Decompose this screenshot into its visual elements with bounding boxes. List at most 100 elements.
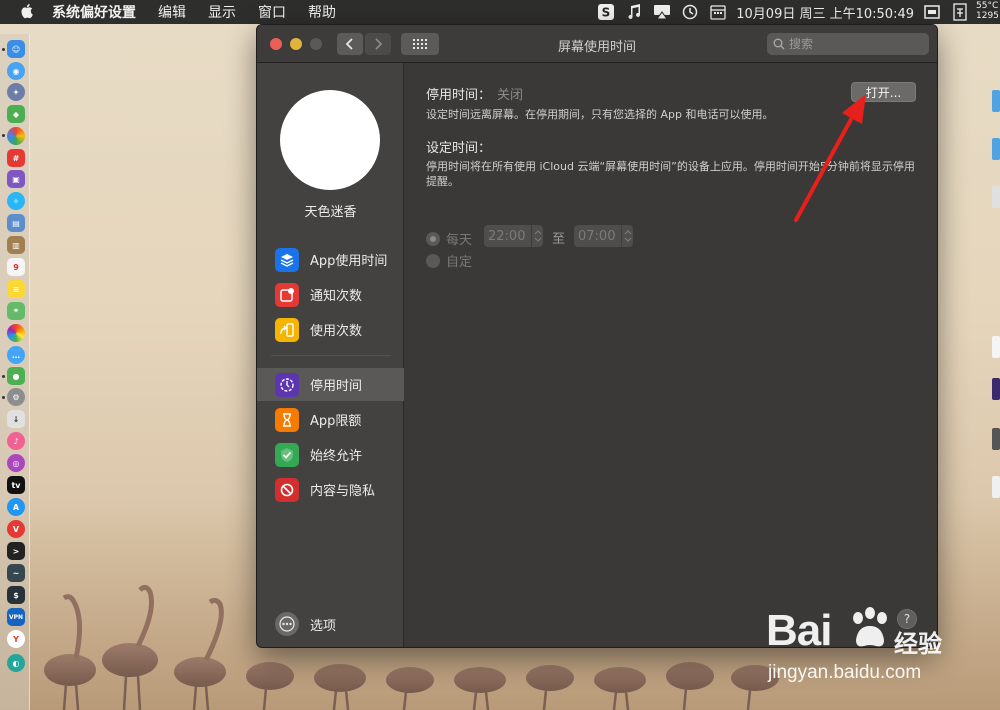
search-icon (773, 38, 785, 50)
menu-view[interactable]: 显示 (208, 2, 236, 22)
running-indicator (2, 134, 5, 137)
dock-appstore-icon[interactable]: A (7, 498, 25, 516)
dock-console-icon[interactable]: $ (7, 586, 25, 604)
time-machine-icon[interactable] (681, 3, 699, 21)
search-input[interactable] (789, 37, 919, 51)
baidu-jingyan-watermark: Bai 经验 jingyan.baidu.com (766, 606, 1000, 706)
window-titlebar[interactable]: 屏幕使用时间 (257, 25, 937, 63)
stepper-arrows-icon (624, 230, 631, 242)
layers-icon (275, 247, 299, 272)
dock-app-teal-icon[interactable]: ◐ (7, 654, 25, 672)
sidebar-item-pickups[interactable]: 使用次数 (257, 313, 404, 346)
dock-safari-icon[interactable]: ✧ (7, 192, 25, 210)
system-stats[interactable]: 55°C 1295 (974, 0, 1000, 24)
dock-activity-monitor-icon[interactable]: ~ (7, 564, 25, 582)
start-time-stepper[interactable]: 22:00 (484, 225, 543, 247)
start-time-arrows[interactable] (531, 225, 543, 247)
username: 天色迷香 (304, 205, 357, 220)
dock-system-preferences-icon[interactable]: ⚙ (7, 388, 25, 406)
hourglass-icon (275, 407, 299, 432)
watermark-url: jingyan.baidu.com (768, 662, 922, 683)
dock-calendar-icon[interactable]: 9 (7, 258, 25, 276)
dock-podcasts-icon[interactable]: ◎ (7, 454, 25, 472)
restriction-icon (275, 477, 299, 502)
phone-pickup-icon (275, 317, 299, 342)
custom-option[interactable]: 自定 (426, 251, 472, 270)
dock-notes-icon[interactable]: ≡ (7, 280, 25, 298)
dock-preview-icon[interactable]: ▤ (7, 214, 25, 232)
end-time-stepper[interactable]: 07:00 (574, 225, 633, 247)
sidebar-item-downtime[interactable]: 停用时间 (257, 368, 404, 401)
stepper-arrows-icon (534, 230, 541, 242)
dock-vivaldi-icon[interactable]: V (7, 520, 25, 538)
sidebar-item-app-limits[interactable]: App限额 (257, 403, 404, 436)
screen-time-window: 屏幕使用时间 天色迷香 App使用时间 通知次数 使用次数 (256, 24, 938, 648)
search-field[interactable] (767, 33, 929, 55)
sidebar-item-label: App限额 (310, 414, 362, 429)
control-strip-icon[interactable] (951, 3, 969, 21)
airplay-display-icon[interactable] (653, 3, 671, 21)
dock-launchpad-icon[interactable]: ✦ (7, 83, 25, 101)
to-label: 至 (552, 232, 566, 247)
dock-finder-icon[interactable]: ☺ (7, 40, 25, 58)
calendar-icon[interactable] (709, 3, 727, 21)
schedule-description: 停用时间将在所有使用 iCloud 云端“屏幕使用时间”的设备上应用。停用时间开… (426, 160, 915, 188)
apple-menu-icon[interactable] (18, 2, 38, 22)
watermark-brand: Bai (766, 606, 832, 655)
sidebar-item-notifications[interactable]: 通知次数 (257, 278, 404, 311)
menu-app-name[interactable]: 系统偏好设置 (52, 2, 136, 22)
dock-chrome-icon[interactable] (7, 127, 25, 145)
desktop-file-icon[interactable] (992, 336, 1000, 358)
sidebar-item-app-usage[interactable]: App使用时间 (257, 243, 404, 276)
end-time-arrows[interactable] (621, 225, 633, 247)
dock-app-red-icon[interactable]: # (7, 149, 25, 167)
dock-contacts-icon[interactable]: ▥ (7, 236, 25, 254)
dock-maps-icon[interactable]: ⌖ (7, 302, 25, 320)
dock-android-icon[interactable]: ◆ (7, 105, 25, 123)
menu-help[interactable]: 帮助 (308, 2, 336, 22)
dock-terminal-icon[interactable]: > (7, 542, 25, 560)
music-note-icon[interactable] (625, 3, 643, 21)
desktop-file-icon[interactable] (992, 186, 1000, 208)
dock-tv-icon[interactable]: tv (7, 476, 25, 494)
checkmark-shield-icon (275, 442, 299, 467)
dock-siri-icon[interactable]: ◉ (7, 62, 25, 80)
custom-radio[interactable] (426, 253, 440, 268)
every-day-radio[interactable] (426, 231, 440, 246)
menu-window[interactable]: 窗口 (258, 2, 286, 22)
menu-clock[interactable]: 10月09日 周三 上午10:50:49 (736, 3, 914, 22)
more-options-icon (275, 612, 299, 636)
desktop-image-icon[interactable] (992, 378, 1000, 400)
avatar[interactable] (280, 90, 380, 190)
sogou-input-icon[interactable]: S (597, 3, 615, 21)
options-label: 选项 (310, 618, 337, 634)
menu-bar: 系统偏好设置 编辑 显示 窗口 帮助 S 10月09日 周三 上午10:50:4… (0, 0, 1000, 24)
dock-vpn-icon[interactable]: VPN (7, 608, 25, 626)
dock-app-purple-icon[interactable]: ▣ (7, 170, 25, 188)
dock-yandex-icon[interactable]: Y (7, 630, 25, 648)
display-mirror-icon[interactable] (923, 3, 941, 21)
running-indicator (2, 48, 5, 51)
dock-music-icon[interactable]: ♪ (7, 432, 25, 450)
desktop-folder-icon[interactable] (992, 90, 1000, 112)
sidebar-item-always-allowed[interactable]: 始终允许 (257, 438, 404, 471)
desktop-folder-icon[interactable] (992, 138, 1000, 160)
downtime-moon-icon (275, 372, 299, 397)
dock-installer-icon[interactable]: ↓ (7, 410, 25, 428)
dock: ☺ ◉ ✦ ◆ # ▣ ✧ ▤ ▥ 9 ≡ ⌖ … ● ⚙ ↓ ♪ ◎ tv A… (0, 34, 30, 710)
sidebar-item-content-privacy[interactable]: 内容与隐私 (257, 473, 404, 506)
downtime-pane: 停用时间： 关闭 打开... 设定时间远离屏幕。在停用期间，只有您选择的 App … (404, 63, 937, 647)
options-button[interactable]: 选项 (257, 609, 404, 639)
desktop-image-icon[interactable] (992, 428, 1000, 450)
menu-extras: S 10月09日 周三 上午10:50:49 55°C 1295 (592, 0, 1000, 24)
dock-wechat-icon[interactable]: ● (7, 367, 25, 385)
sidebar-item-label: App使用时间 (310, 254, 388, 269)
menu-edit[interactable]: 编辑 (158, 2, 186, 22)
schedule-label: 设定时间： (426, 141, 492, 156)
turn-on-button[interactable]: 打开... (851, 82, 916, 102)
dock-photos-icon[interactable] (7, 324, 25, 342)
dock-messages-icon[interactable]: … (7, 346, 25, 364)
desktop-file-icon[interactable] (992, 476, 1000, 498)
svg-text:S: S (602, 6, 611, 20)
every-day-option[interactable]: 每天 (426, 229, 472, 248)
